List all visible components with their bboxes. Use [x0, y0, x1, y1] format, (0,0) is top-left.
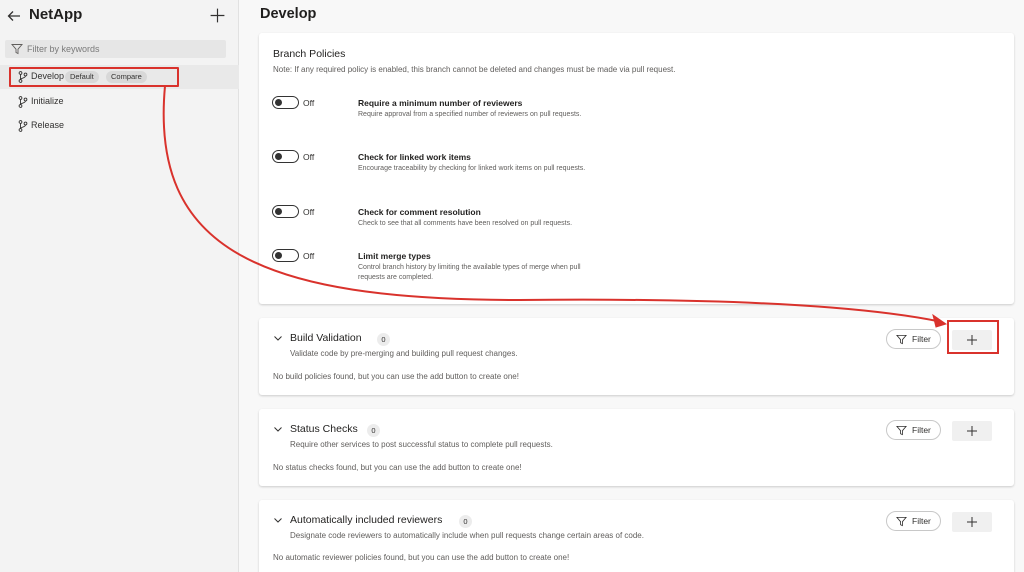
filter-input[interactable]	[27, 40, 222, 58]
count-badge: 0	[459, 515, 472, 528]
filter-button[interactable]: Filter	[886, 329, 941, 349]
plus-icon	[967, 426, 977, 436]
filter-icon	[896, 334, 907, 345]
toggle-limit-merge-types[interactable]	[272, 249, 299, 262]
count-badge: 0	[367, 424, 380, 437]
page-title: Develop	[260, 6, 317, 22]
add-reviewer-policy-button[interactable]	[952, 512, 992, 532]
empty-message: No build policies found, but you can use…	[273, 372, 519, 381]
branch-icon	[18, 96, 28, 108]
section-description: Designate code reviewers to automaticall…	[290, 531, 644, 540]
branch-label: Release	[31, 120, 65, 130]
status-checks-card: Status Checks 0 Require other services t…	[259, 409, 1014, 486]
toggle-state: Off	[303, 207, 315, 217]
chevron-down-icon[interactable]	[273, 516, 283, 524]
sidebar-header: NetApp	[0, 0, 239, 32]
policy-name: Require a minimum number of reviewers	[358, 98, 523, 108]
chevron-down-icon[interactable]	[273, 425, 283, 433]
branch-policies-note: Note: If any required policy is enabled,…	[273, 65, 676, 74]
filter-label: Filter	[912, 516, 931, 526]
policy-name: Limit merge types	[358, 251, 431, 261]
annotation-highlight-add	[947, 320, 999, 354]
plus-icon	[967, 517, 977, 527]
chevron-down-icon[interactable]	[273, 334, 283, 342]
filter-label: Filter	[912, 425, 931, 435]
back-arrow-icon[interactable]	[6, 8, 22, 24]
add-status-check-button[interactable]	[952, 421, 992, 441]
policy-description: Encourage traceability by checking for l…	[358, 165, 586, 172]
filter-icon	[11, 44, 23, 55]
filter-by-keywords[interactable]	[5, 40, 226, 58]
branch-policies-title: Branch Policies	[273, 48, 346, 60]
filter-button[interactable]: Filter	[886, 420, 941, 440]
section-title: Build Validation	[290, 332, 362, 344]
policy-description: Require approval from a specified number…	[358, 111, 582, 118]
section-description: Validate code by pre-merging and buildin…	[290, 349, 518, 358]
section-description: Require other services to post successfu…	[290, 440, 553, 449]
policy-name: Check for linked work items	[358, 152, 471, 162]
annotation-highlight-develop	[9, 67, 179, 87]
filter-icon	[896, 425, 907, 436]
branch-item-initialize[interactable]: Initialize	[0, 90, 239, 114]
policy-description: Control branch history by limiting the a…	[358, 264, 581, 281]
build-validation-card: Build Validation 0 Validate code by pre-…	[259, 318, 1014, 395]
auto-reviewers-card: Automatically included reviewers 0 Desig…	[259, 500, 1014, 572]
toggle-state: Off	[303, 152, 315, 162]
policy-description: Check to see that all comments have been…	[358, 220, 573, 227]
filter-label: Filter	[912, 334, 931, 344]
filter-button[interactable]: Filter	[886, 511, 941, 531]
branch-item-release[interactable]: Release	[0, 114, 239, 138]
count-badge: 0	[377, 333, 390, 346]
toggle-linked-work-items[interactable]	[272, 150, 299, 163]
filter-icon	[896, 516, 907, 527]
plus-icon[interactable]	[209, 7, 226, 24]
empty-message: No automatic reviewer policies found, bu…	[273, 553, 570, 562]
project-title: NetApp	[29, 6, 83, 23]
policy-name: Check for comment resolution	[358, 207, 481, 217]
empty-message: No status checks found, but you can use …	[273, 463, 522, 472]
toggle-comment-resolution[interactable]	[272, 205, 299, 218]
branch-icon	[18, 120, 28, 132]
section-title: Automatically included reviewers	[290, 514, 443, 526]
toggle-state: Off	[303, 251, 315, 261]
toggle-min-reviewers[interactable]	[272, 96, 299, 109]
branch-label: Initialize	[31, 96, 64, 106]
toggle-state: Off	[303, 98, 315, 108]
section-title: Status Checks	[290, 423, 358, 435]
branch-policies-card: Branch Policies Note: If any required po…	[259, 33, 1014, 304]
